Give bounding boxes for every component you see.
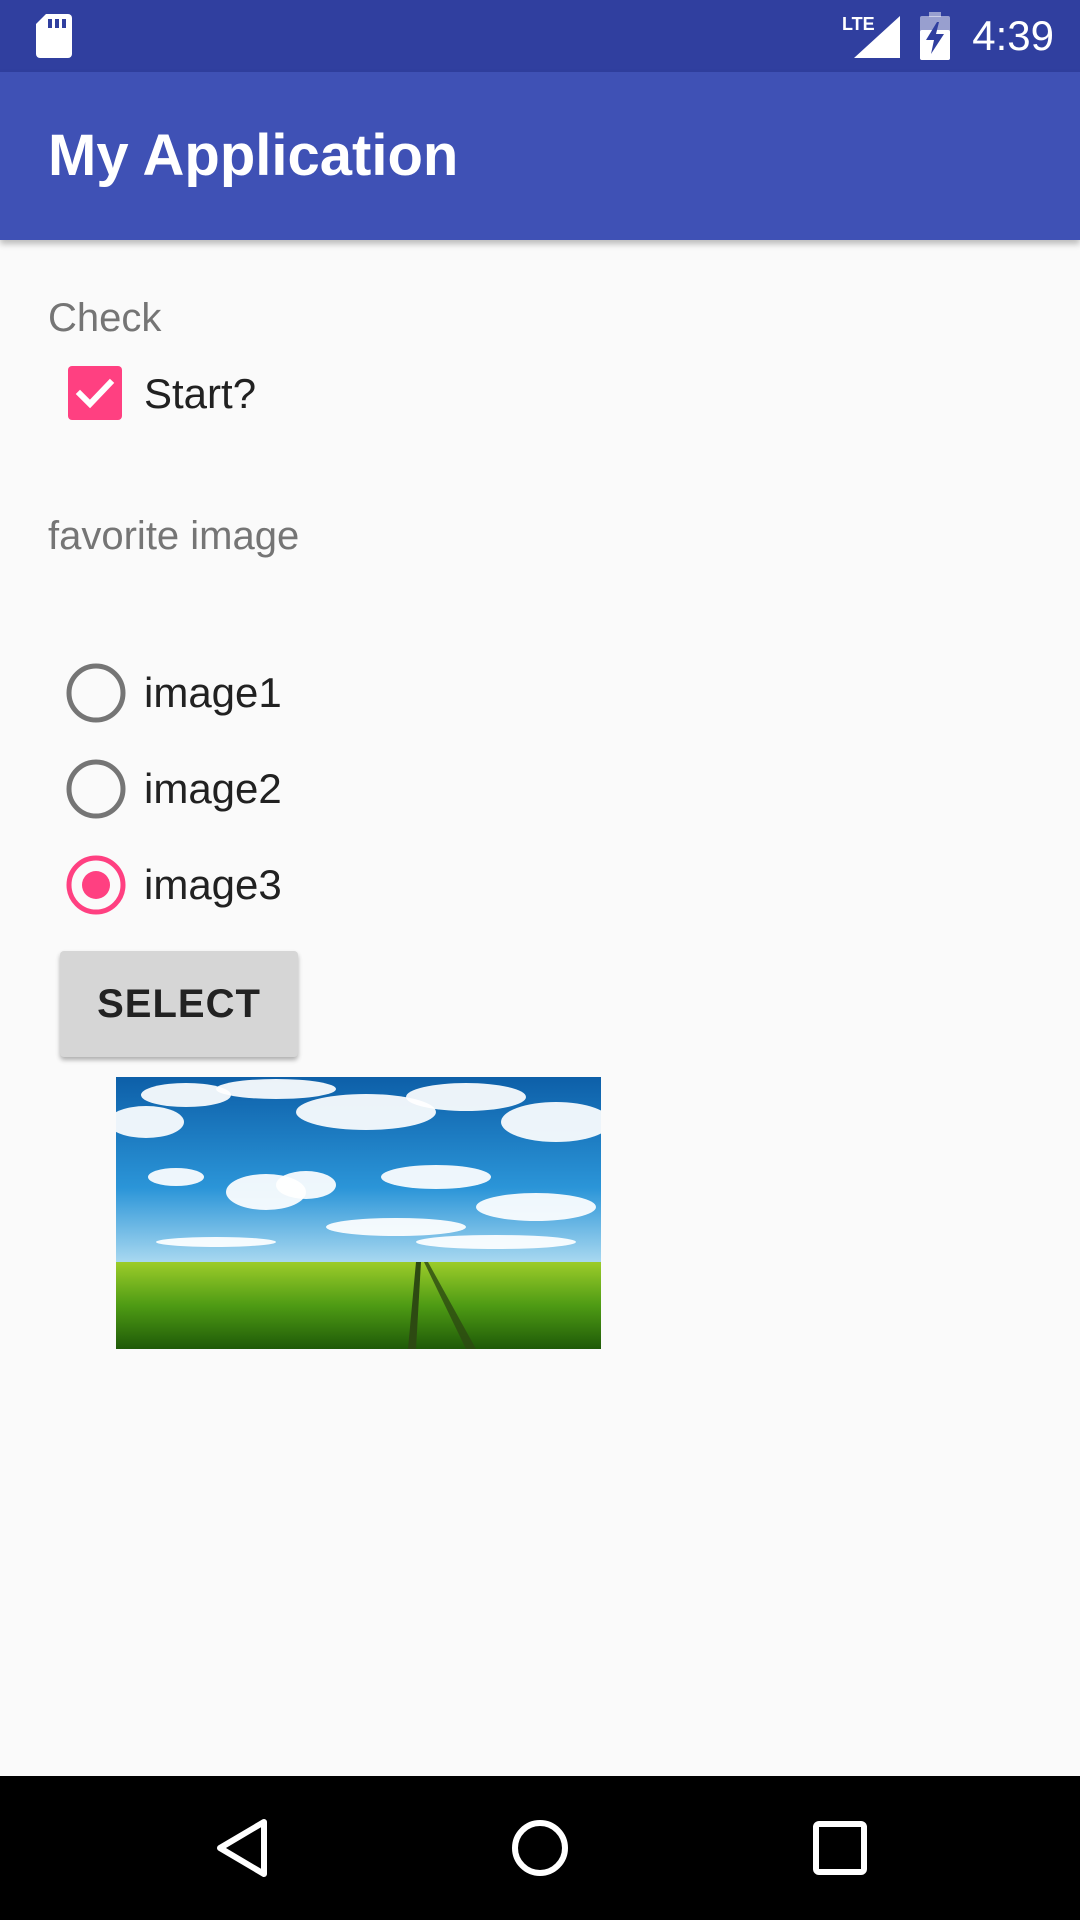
preview-landscape-image: [116, 1077, 601, 1349]
app-bar: My Application: [0, 72, 1080, 240]
navigation-bar: [0, 1776, 1080, 1920]
radio-unselected-icon[interactable]: [64, 757, 128, 821]
sd-card-icon: [36, 14, 72, 58]
radio-image3[interactable]: image3: [64, 853, 324, 917]
checkmark-icon: [75, 378, 115, 409]
checkbox-checked-box[interactable]: [68, 366, 122, 420]
status-bar: LTE 4:39: [0, 0, 1080, 72]
radio-selected-icon[interactable]: [64, 853, 128, 917]
recents-icon[interactable]: [804, 1812, 876, 1884]
radio-unselected-icon[interactable]: [64, 661, 128, 725]
radio-image3-label[interactable]: image3: [144, 857, 282, 913]
app-title: My Application: [48, 123, 459, 188]
network-label: LTE: [842, 14, 875, 34]
radio-image2[interactable]: image2: [64, 757, 324, 821]
battery-charging-icon: [920, 12, 950, 60]
check-section-label: Check: [48, 296, 162, 340]
back-icon[interactable]: [206, 1812, 278, 1884]
favorite-image-label: favorite image: [48, 514, 300, 558]
select-button[interactable]: SELECT: [60, 951, 298, 1057]
radio-image1-label[interactable]: image1: [144, 665, 282, 721]
lte-signal-icon: LTE: [842, 14, 900, 58]
radio-image2-label[interactable]: image2: [144, 761, 282, 817]
home-icon[interactable]: [504, 1812, 576, 1884]
radio-image1[interactable]: image1: [64, 661, 324, 725]
start-checkbox-label[interactable]: Start?: [144, 368, 256, 420]
status-clock: 4:39: [972, 12, 1054, 59]
